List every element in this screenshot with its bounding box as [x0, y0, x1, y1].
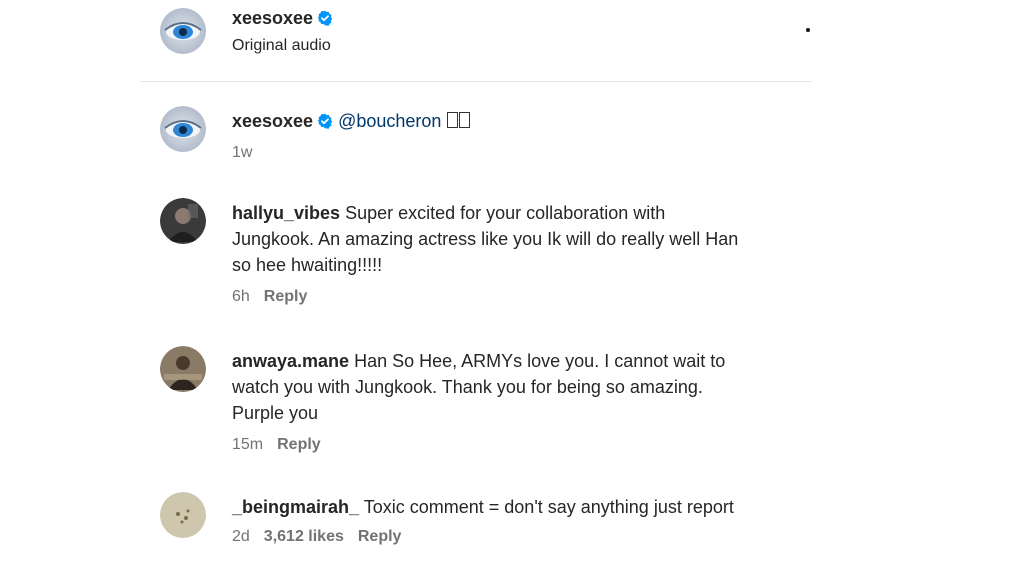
comment-time: 15m — [232, 436, 264, 453]
likes-count[interactable]: 3,612 likes — [264, 528, 344, 545]
verified-badge-icon — [317, 113, 333, 129]
comment-text-line: Han So Hee, ARMYs love you. I cannot wai… — [354, 351, 726, 371]
post-author-username[interactable]: xeesoxee — [232, 8, 313, 28]
header-divider — [140, 81, 812, 82]
original-audio-link[interactable]: Original audio — [232, 37, 333, 55]
missing-glyph-icon — [447, 112, 459, 128]
instagram-comments-page: xeesoxee Original audio xeesoxee @bouche… — [0, 0, 1024, 576]
verified-badge-icon — [317, 10, 333, 26]
reply-button[interactable]: Reply — [358, 528, 402, 545]
comment-username[interactable]: _beingmairah_ — [232, 497, 359, 517]
comment-username[interactable]: anwaya.mane — [232, 351, 349, 371]
comment-text-line: Toxic comment = don't say anything just … — [363, 497, 734, 517]
comment-text-line: Purple you — [232, 403, 319, 423]
commenter-avatar[interactable] — [160, 346, 206, 392]
caption-author-avatar[interactable] — [160, 106, 206, 152]
comment-time: 2d — [232, 528, 250, 545]
post-header: xeesoxee Original audio — [160, 6, 820, 82]
comment-username[interactable]: hallyu_vibes — [232, 203, 340, 223]
comment-time: 6h — [232, 288, 250, 305]
comment-text-line: watch you with Jungkook. Thank you for b… — [232, 377, 703, 397]
more-options-icon[interactable] — [800, 20, 816, 40]
missing-glyph-icon — [459, 112, 471, 128]
mention-link[interactable]: @boucheron — [338, 111, 441, 131]
caption-time: 1w — [232, 144, 253, 161]
comment-text-line: Jungkook. An amazing actress like you Ik… — [232, 229, 739, 249]
caption-username[interactable]: xeesoxee — [232, 111, 313, 131]
comment-text-line: Super excited for your collaboration wit… — [345, 203, 666, 223]
commenter-avatar[interactable] — [160, 198, 206, 244]
commenter-avatar[interactable] — [160, 492, 206, 538]
reply-button[interactable]: Reply — [264, 288, 308, 305]
comment-text-line: so hee hwaiting!!!!! — [232, 255, 383, 275]
reply-button[interactable]: Reply — [277, 436, 321, 453]
